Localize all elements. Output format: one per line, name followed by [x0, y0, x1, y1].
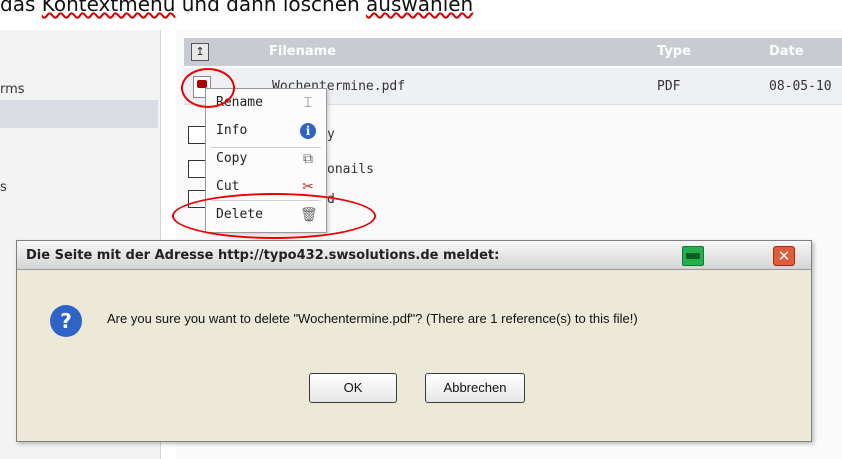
column-filename[interactable]: Filename: [269, 44, 336, 59]
dialog-title: Die Seite mit der Adresse http://typo432…: [26, 248, 500, 263]
ok-button[interactable]: OK: [309, 373, 397, 403]
instruction-word-2: auswählen: [366, 0, 474, 16]
rename-icon: ⌶: [303, 95, 313, 111]
row-date: 08-05-10: [769, 79, 832, 94]
row-type: PDF: [657, 79, 681, 94]
cancel-button[interactable]: Abbrechen: [425, 373, 525, 403]
sidebar-item-2[interactable]: s: [0, 180, 7, 195]
menu-item-copy[interactable]: Copy: [216, 151, 247, 166]
question-icon: ?: [50, 305, 82, 337]
up-folder-button[interactable]: ↥: [191, 43, 209, 61]
confirm-dialog: Die Seite mit der Adresse http://typo432…: [16, 240, 812, 442]
column-type[interactable]: Type: [657, 44, 691, 59]
menu-separator: [211, 147, 321, 148]
info-icon: i: [300, 123, 316, 139]
printer-icon: [682, 246, 704, 266]
instruction-text: das Kontextmenü und dann löschen auswähl…: [0, 0, 473, 16]
annotation-circle-icon: [181, 68, 235, 108]
copy-icon: ⧉: [303, 151, 313, 167]
column-date[interactable]: Date: [769, 44, 804, 59]
checkbox-2[interactable]: [188, 160, 206, 178]
menu-item-info[interactable]: Info: [216, 123, 247, 138]
sidebar-selected-item[interactable]: [0, 100, 158, 128]
checkbox-1[interactable]: [188, 126, 206, 144]
annotation-circle-delete: [172, 193, 376, 239]
instruction-middle: und dann löschen: [175, 0, 367, 16]
bg-fragment-2: onails: [327, 162, 374, 177]
instruction-word-1: Kontextmenü: [41, 0, 176, 16]
menu-item-cut[interactable]: Cut: [216, 179, 239, 194]
dialog-titlebar[interactable]: Die Seite mit der Adresse http://typo432…: [17, 241, 811, 270]
close-button[interactable]: ✕: [773, 246, 795, 266]
instruction-prefix: das: [0, 0, 42, 16]
dialog-message: Are you sure you want to delete "Wochent…: [107, 311, 638, 326]
cut-icon: ✂: [302, 179, 314, 195]
sidebar-item-1[interactable]: rms: [0, 82, 25, 97]
bg-fragment-1: y: [327, 127, 335, 142]
